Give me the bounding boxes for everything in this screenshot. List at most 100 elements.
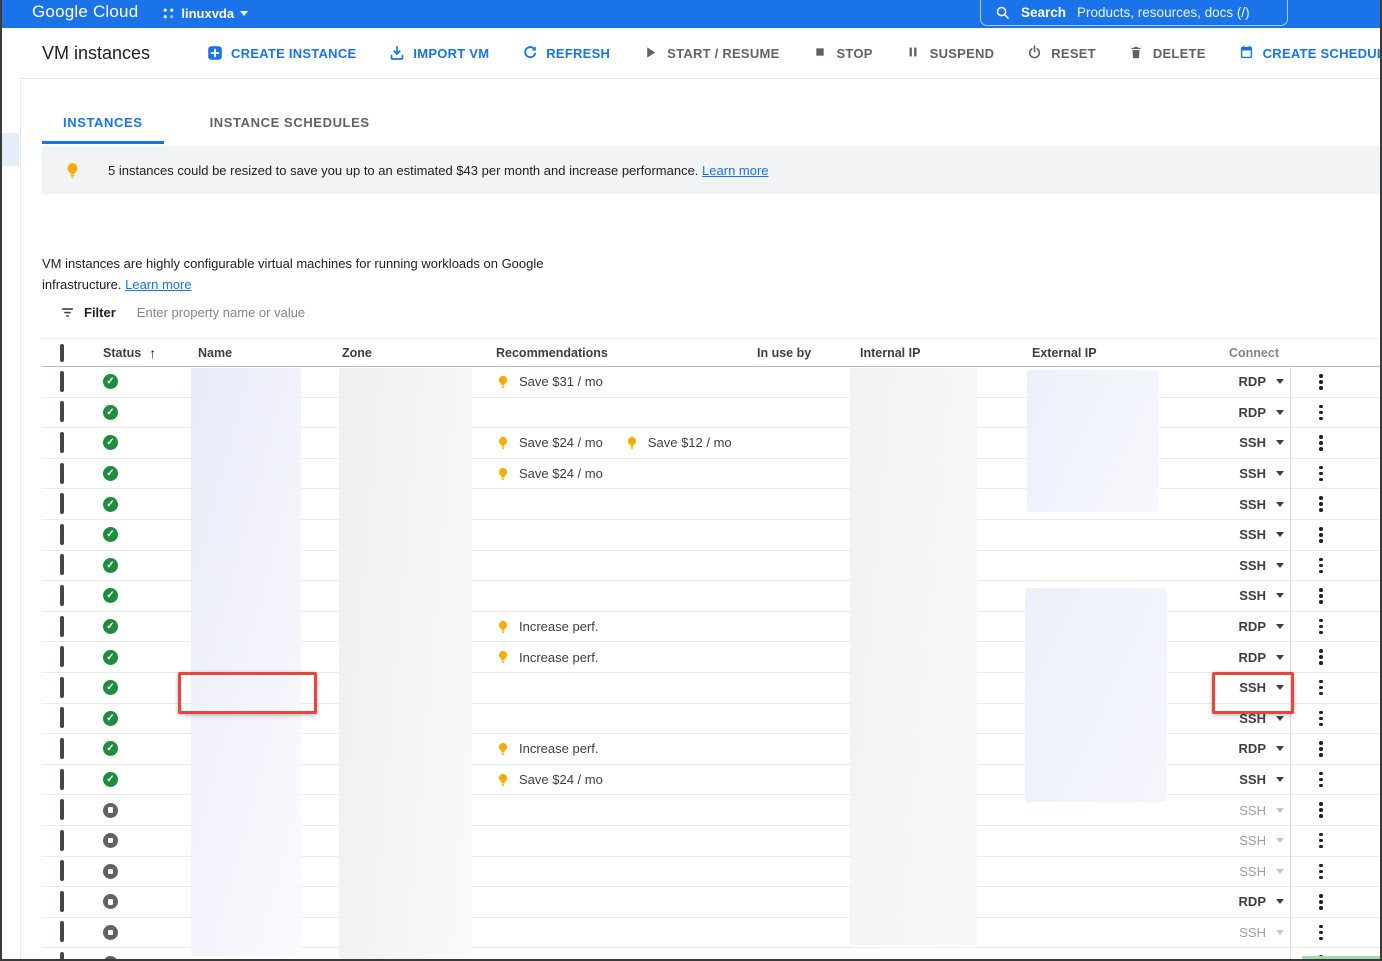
row-actions-menu[interactable] bbox=[1291, 466, 1380, 482]
connect-ssh-button[interactable]: SSH bbox=[1213, 711, 1290, 726]
filter-bar[interactable]: Filter Enter property name or value bbox=[60, 305, 305, 320]
row-actions-menu[interactable] bbox=[1291, 894, 1380, 910]
suspend-button[interactable]: SUSPEND bbox=[906, 45, 995, 61]
row-actions-menu[interactable] bbox=[1291, 864, 1380, 880]
start-resume-button[interactable]: START / RESUME bbox=[643, 45, 779, 61]
connect-rdp-button[interactable]: RDP bbox=[1213, 619, 1290, 634]
row-actions-menu[interactable] bbox=[1291, 558, 1380, 574]
tab-instances[interactable]: INSTANCES bbox=[42, 102, 164, 144]
row-actions-menu[interactable] bbox=[1291, 405, 1380, 421]
google-cloud-logo[interactable]: Google Cloud bbox=[32, 2, 138, 22]
row-actions-menu[interactable] bbox=[1291, 619, 1380, 635]
connect-rdp-button[interactable]: RDP bbox=[1213, 374, 1290, 389]
row-checkbox[interactable] bbox=[60, 493, 64, 514]
row-checkbox[interactable] bbox=[60, 371, 64, 392]
row-actions-menu[interactable] bbox=[1291, 649, 1380, 665]
row-name-cell bbox=[182, 520, 326, 550]
reset-button[interactable]: RESET bbox=[1027, 45, 1096, 61]
row-checkbox[interactable] bbox=[60, 707, 64, 728]
status-running-icon: ✓ bbox=[103, 558, 118, 573]
stop-button[interactable]: STOP bbox=[813, 45, 873, 61]
row-actions-menu[interactable] bbox=[1291, 680, 1380, 696]
import-vm-button[interactable]: IMPORT VM bbox=[389, 45, 489, 61]
banner-learn-more-link[interactable]: Learn more bbox=[702, 163, 768, 178]
row-actions-menu[interactable] bbox=[1291, 435, 1380, 451]
row-actions-menu[interactable] bbox=[1291, 802, 1380, 818]
recommendation[interactable]: Increase perf. bbox=[496, 619, 599, 634]
intro-learn-more-link[interactable]: Learn more bbox=[125, 277, 191, 292]
recommendation[interactable]: Save $12 / mo bbox=[625, 435, 732, 450]
row-checkbox[interactable] bbox=[60, 463, 64, 484]
connect-ssh-button[interactable]: SSH bbox=[1213, 435, 1290, 450]
select-all-checkbox[interactable] bbox=[60, 344, 64, 362]
row-checkbox[interactable] bbox=[60, 921, 64, 942]
row-actions-menu[interactable] bbox=[1291, 833, 1380, 849]
row-checkbox[interactable] bbox=[60, 738, 64, 759]
row-actions-menu[interactable] bbox=[1291, 496, 1380, 512]
connect-ssh-button[interactable]: SSH bbox=[1213, 558, 1290, 573]
connect-label: SSH bbox=[1239, 558, 1266, 573]
refresh-button[interactable]: REFRESH bbox=[522, 45, 610, 61]
row-actions-menu[interactable] bbox=[1291, 527, 1380, 543]
row-checkbox[interactable] bbox=[60, 554, 64, 575]
column-header-zone[interactable]: Zone bbox=[326, 346, 480, 360]
create-schedule-button[interactable]: CREATE SCHEDULE bbox=[1239, 45, 1382, 61]
create-instance-button[interactable]: CREATE INSTANCE bbox=[207, 45, 356, 61]
row-checkbox[interactable] bbox=[60, 891, 64, 912]
recommendation[interactable]: Increase perf. bbox=[496, 741, 599, 756]
connect-ssh-button[interactable]: SSH bbox=[1213, 466, 1290, 481]
filter-input[interactable]: Enter property name or value bbox=[137, 305, 305, 320]
connect-rdp-button[interactable]: RDP bbox=[1213, 650, 1290, 665]
project-selector[interactable]: linuxvda bbox=[162, 6, 248, 21]
connect-label: RDP bbox=[1239, 956, 1266, 959]
row-checkbox[interactable] bbox=[60, 952, 64, 959]
row-actions-menu[interactable] bbox=[1291, 588, 1380, 604]
connect-rdp-button[interactable]: RDP bbox=[1213, 894, 1290, 909]
connect-dropdown-icon bbox=[1276, 869, 1284, 874]
recommendation[interactable]: Increase perf. bbox=[496, 650, 599, 665]
column-header-recommendations[interactable]: Recommendations bbox=[480, 346, 741, 360]
connect-rdp-button[interactable]: RDP bbox=[1213, 741, 1290, 756]
row-checkbox[interactable] bbox=[60, 585, 64, 606]
row-actions-menu[interactable] bbox=[1291, 925, 1380, 941]
row-checkbox[interactable] bbox=[60, 646, 64, 667]
recommendation[interactable]: Save $24 / mo bbox=[496, 466, 603, 481]
row-checkbox[interactable] bbox=[60, 432, 64, 453]
column-header-internal-ip[interactable]: Internal IP bbox=[844, 346, 1016, 360]
recommendation[interactable]: Save $31 / mo bbox=[496, 374, 603, 389]
connect-rdp-button[interactable]: RDP bbox=[1213, 405, 1290, 420]
connect-ssh-button: SSH bbox=[1213, 864, 1290, 879]
column-header-status[interactable]: Status ↑ bbox=[86, 345, 182, 361]
row-checkbox[interactable] bbox=[60, 769, 64, 790]
filter-icon bbox=[60, 305, 75, 320]
connect-ssh-button[interactable]: SSH bbox=[1213, 588, 1290, 603]
search-bar[interactable]: Search Products, resources, docs (/) bbox=[980, 0, 1288, 26]
recommendation[interactable]: Save $24 / mo bbox=[496, 435, 603, 450]
connect-dropdown-icon bbox=[1276, 655, 1284, 660]
row-actions-menu[interactable] bbox=[1291, 772, 1380, 788]
connect-ssh-button[interactable]: SSH bbox=[1213, 772, 1290, 787]
tab-instance-schedules[interactable]: INSTANCE SCHEDULES bbox=[189, 102, 391, 144]
row-checkbox[interactable] bbox=[60, 860, 64, 881]
delete-button[interactable]: DELETE bbox=[1129, 45, 1206, 61]
toolbar-button-label: DELETE bbox=[1153, 46, 1206, 61]
column-header-in-use-by[interactable]: In use by bbox=[741, 346, 844, 360]
row-checkbox[interactable] bbox=[60, 524, 64, 545]
row-checkbox[interactable] bbox=[60, 401, 64, 422]
row-checkbox[interactable] bbox=[60, 830, 64, 851]
kebab-menu-icon bbox=[1319, 466, 1323, 482]
row-actions-menu[interactable] bbox=[1291, 374, 1380, 390]
column-header-name[interactable]: Name bbox=[182, 346, 326, 360]
recommendation[interactable]: Save $24 / mo bbox=[496, 772, 603, 787]
row-checkbox[interactable] bbox=[60, 799, 64, 820]
toolbar-button-label: START / RESUME bbox=[667, 46, 779, 61]
connect-ssh-button[interactable]: SSH bbox=[1213, 680, 1290, 695]
column-header-external-ip[interactable]: External IP bbox=[1016, 346, 1213, 360]
connect-ssh-button[interactable]: SSH bbox=[1213, 527, 1290, 542]
row-actions-menu[interactable] bbox=[1291, 741, 1380, 757]
vm-name-link[interactable]: rockry8-gpu bbox=[227, 680, 296, 695]
row-checkbox[interactable] bbox=[60, 616, 64, 637]
row-actions-menu[interactable] bbox=[1291, 711, 1380, 727]
row-checkbox[interactable] bbox=[60, 677, 64, 698]
connect-ssh-button[interactable]: SSH bbox=[1213, 497, 1290, 512]
